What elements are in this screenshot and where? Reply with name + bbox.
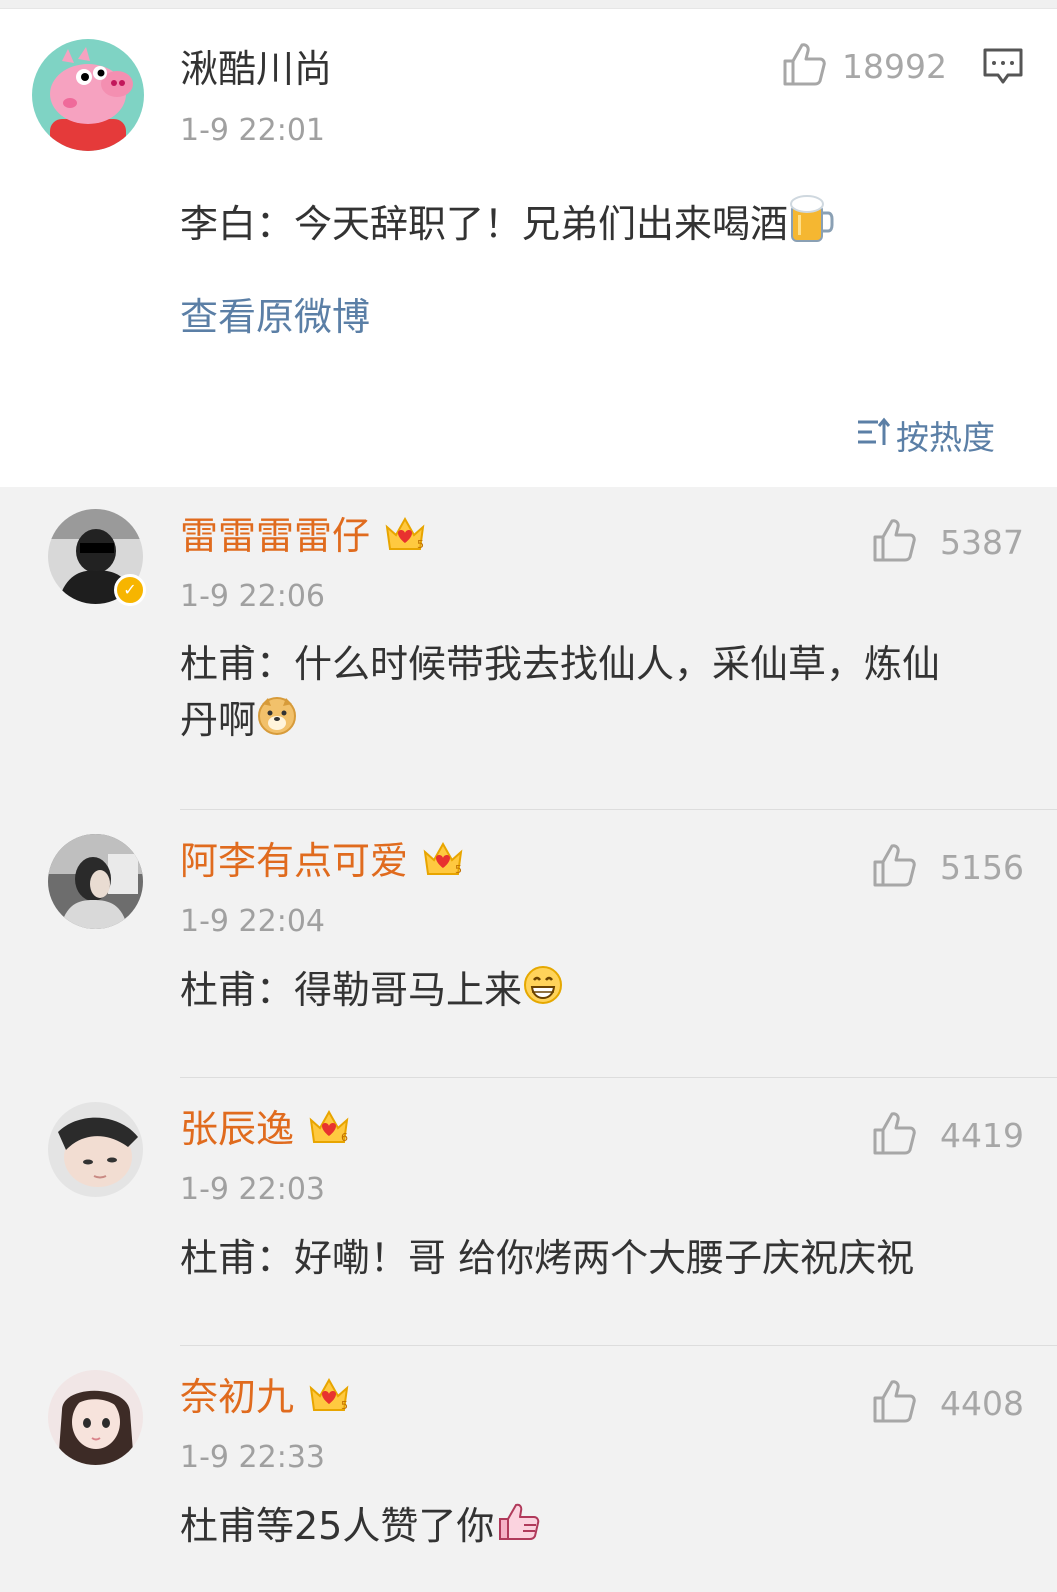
comment-icon[interactable] — [982, 47, 1024, 91]
thumbs-up-icon — [872, 1110, 916, 1160]
comment-avatar[interactable] — [48, 1370, 143, 1465]
sort-by-hot-button[interactable]: 按热度 — [856, 411, 995, 459]
vip-crown-icon: 5 — [382, 513, 428, 564]
comment-divider — [180, 809, 1057, 810]
comment-like-count: 4419 — [940, 1115, 1024, 1155]
svg-text:5: 5 — [341, 1399, 348, 1412]
post-username[interactable]: 湫酷川尚 — [180, 47, 332, 91]
view-original-link[interactable]: 查看原微博 — [180, 295, 370, 339]
sort-icon — [856, 416, 891, 455]
svg-text:5: 5 — [417, 538, 424, 551]
comment-avatar[interactable] — [48, 1102, 143, 1197]
post-text-content: 李白：今天辞职了！兄弟们出来喝酒 — [180, 202, 789, 246]
grin-emoji — [522, 964, 564, 1021]
sort-label: 按热度 — [896, 418, 995, 457]
svg-text:6: 6 — [341, 1131, 348, 1144]
comment-username[interactable]: 雷雷雷雷仔 5 — [180, 513, 428, 564]
comment-text: 杜甫：好嘞！哥 给你烤两个大腰子庆祝庆祝 — [180, 1236, 915, 1280]
post-like-button[interactable]: 18992 — [782, 41, 947, 91]
svg-text:5: 5 — [455, 863, 462, 876]
comment-text-line: 杜甫：什么时候带我去找仙人，采仙草，炼仙 — [180, 642, 941, 686]
comment-username[interactable]: 阿李有点可爱 5 — [180, 838, 466, 889]
comment-text-line: 丹啊 — [180, 692, 1020, 751]
comment-text: 杜甫：得勒哥马上来 — [180, 962, 564, 1021]
verified-badge-icon: ✓ — [114, 574, 146, 606]
post-timestamp: 1-9 22:01 — [180, 113, 325, 148]
comment-like-count: 4408 — [940, 1383, 1024, 1423]
doge-emoji — [256, 694, 298, 751]
thumbs-up-emoji — [494, 1499, 542, 1558]
top-edge — [0, 0, 1057, 9]
post-avatar[interactable] — [32, 39, 144, 151]
comment-like-count: 5156 — [940, 847, 1024, 887]
thumbs-up-icon — [872, 1378, 916, 1428]
comment-username[interactable]: 张辰逸 6 — [180, 1106, 352, 1157]
original-post: 湫酷川尚 1-9 22:01 18992 李白：今天辞职了！兄弟们出来喝酒 查看… — [0, 9, 1057, 487]
post-like-count: 18992 — [842, 46, 947, 86]
comment-timestamp: 1-9 22:04 — [180, 904, 325, 939]
comment-like-count: 5387 — [940, 522, 1024, 562]
vip-crown-icon: 5 — [420, 838, 466, 889]
comment-avatar[interactable] — [48, 834, 143, 929]
comment-divider — [180, 1345, 1057, 1346]
thumbs-up-icon — [872, 842, 916, 892]
beer-mug-emoji — [788, 193, 834, 260]
comment-timestamp: 1-9 22:06 — [180, 579, 325, 614]
post-text: 李白：今天辞职了！兄弟们出来喝酒 — [180, 193, 834, 260]
comment-like-button[interactable]: 4408 — [872, 1378, 1024, 1428]
thumbs-up-icon — [872, 517, 916, 567]
vip-crown-icon: 6 — [306, 1106, 352, 1157]
comment-timestamp: 1-9 22:03 — [180, 1172, 325, 1207]
comment-text: 杜甫：什么时候带我去找仙人，采仙草，炼仙 丹啊 — [180, 636, 1020, 751]
comment-like-button[interactable]: 5156 — [872, 842, 1024, 892]
comment-text: 杜甫等25人赞了你 — [180, 1498, 542, 1558]
comment-divider — [180, 1077, 1057, 1078]
thumbs-up-icon — [782, 41, 826, 91]
comment-like-button[interactable]: 4419 — [872, 1110, 1024, 1160]
vip-crown-icon: 5 — [306, 1374, 352, 1425]
comment-timestamp: 1-9 22:33 — [180, 1440, 325, 1475]
comment-like-button[interactable]: 5387 — [872, 517, 1024, 567]
comment-username[interactable]: 奈初九 5 — [180, 1374, 352, 1425]
